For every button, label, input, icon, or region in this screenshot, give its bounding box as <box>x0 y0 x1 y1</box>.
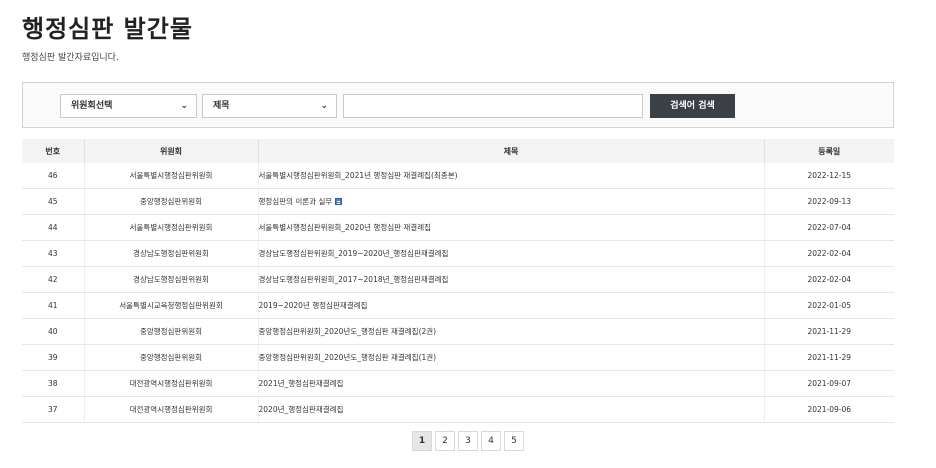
row-title-link[interactable]: 경상남도행정심판위원회_2017~2018년_행정심판재결례집 <box>259 275 448 284</box>
page-subtitle: 행정심판 발간자료입니다. <box>22 53 119 63</box>
page-button-5[interactable]: 5 <box>504 431 524 451</box>
row-date: 2021-09-06 <box>807 405 852 414</box>
page-title: 행정심판 발간물 <box>22 15 193 43</box>
row-committee: 경상남도행정심판위원회 <box>133 275 209 284</box>
search-field-select-value: 제목 <box>213 101 230 111</box>
row-committee: 경상남도행정심판위원회 <box>133 249 209 258</box>
row-committee: 서울특별시행정심판위원회 <box>129 223 213 232</box>
row-title-link[interactable]: 행정심판의 이론과 실무 <box>259 197 332 206</box>
page-button-3[interactable]: 3 <box>458 431 478 451</box>
row-committee: 중앙행정심판위원회 <box>139 327 203 336</box>
row-committee: 서울특별시교육청행정심판위원회 <box>119 301 223 310</box>
row-date: 2021-09-07 <box>807 379 852 388</box>
table-row[interactable]: 44 서울특별시행정심판위원회 서울특별시행정심판위원회_2020년 행정심판 재결… <box>22 214 894 241</box>
search-field-select[interactable]: 제목 ⌄ <box>202 94 337 118</box>
row-committee: 중앙행정심판위원회 <box>139 353 203 362</box>
row-number: 40 <box>47 327 58 336</box>
committee-select-value: 위원회선택 <box>71 101 113 111</box>
row-committee: 서울특별시행정심판위원회 <box>129 171 213 180</box>
row-title-link[interactable]: 경상남도행정심판위원회_2019~2020년_행정심판재결례집 <box>259 249 448 258</box>
row-date: 2022-02-04 <box>807 249 852 258</box>
row-number: 37 <box>47 405 58 414</box>
row-number: 38 <box>47 379 58 388</box>
row-number: 45 <box>47 197 58 206</box>
search-panel: 위원회선택 ⌄ 제목 ⌄ 검색어 검색 <box>22 82 894 128</box>
table-row[interactable]: 37 대전광역시행정심판위원회 2020년_행정심판재결례집 2021-09-06 <box>22 396 894 423</box>
table-header-row: 번호 위원회 제목 등록일 <box>22 139 894 163</box>
table-row[interactable]: 45 중앙행정심판위원회 행정심판의 이론과 실무 2022-09-13 <box>22 188 894 215</box>
table-row[interactable]: 41 서울특별시교육청행정심판위원회 2019~2020년 행정심판재결례집 2022… <box>22 292 894 319</box>
row-date: 2022-02-04 <box>807 275 852 284</box>
row-date: 2021-11-29 <box>807 353 852 362</box>
row-title-link[interactable]: 중앙행정심판위원회_2020년도_행정심판 재결례집(1권) <box>259 353 436 362</box>
committee-select[interactable]: 위원회선택 ⌄ <box>60 94 197 118</box>
page-button-2[interactable]: 2 <box>435 431 455 451</box>
table-row[interactable]: 46 서울특별시행정심판위원회 서울특별시행정심판위원회_2021년 행정심판 재결… <box>22 163 894 189</box>
table-row[interactable]: 38 대전광역시행정심판위원회 2021년_행정심판재결례집 2021-09-07 <box>22 370 894 397</box>
row-date: 2022-12-15 <box>807 171 852 180</box>
row-committee: 중앙행정심판위원회 <box>139 197 203 206</box>
column-header-number: 번호 <box>22 139 84 163</box>
row-date: 2022-09-13 <box>807 197 852 206</box>
row-committee: 대전광역시행정심판위원회 <box>129 405 213 414</box>
page-button-1[interactable]: 1 <box>412 431 432 451</box>
column-header-committee: 위원회 <box>83 139 258 163</box>
row-title-link[interactable]: 중앙행정심판위원회_2020년도_행정심판 재결례집(2권) <box>259 327 436 336</box>
row-number: 44 <box>47 223 58 232</box>
row-date: 2022-01-05 <box>807 301 852 310</box>
chevron-down-icon: ⌄ <box>320 101 328 111</box>
row-title-link[interactable]: 2021년_행정심판재결례집 <box>259 379 343 388</box>
pagination: 12345 <box>0 431 936 451</box>
row-number: 43 <box>47 249 58 258</box>
row-number: 39 <box>47 353 58 362</box>
row-title-link[interactable]: 서울특별시행정심판위원회_2021년 행정심판 재결례집(최종본) <box>259 171 458 180</box>
column-header-date: 등록일 <box>763 139 894 163</box>
row-committee: 대전광역시행정심판위원회 <box>129 379 213 388</box>
row-date: 2021-11-29 <box>807 327 852 336</box>
row-title-link[interactable]: 2019~2020년 행정심판재결례집 <box>259 301 367 310</box>
row-title-link[interactable]: 2020년_행정심판재결례집 <box>259 405 343 414</box>
row-number: 46 <box>47 171 58 180</box>
table-row[interactable]: 43 경상남도행정심판위원회 경상남도행정심판위원회_2019~2020년_행정심판… <box>22 240 894 267</box>
page: 행정심판 발간물 행정심판 발간자료입니다. 위원회선택 ⌄ 제목 ⌄ 검색어 … <box>0 0 936 468</box>
table-row[interactable]: 42 경상남도행정심판위원회 경상남도행정심판위원회_2017~2018년_행정심판… <box>22 266 894 293</box>
search-input[interactable] <box>343 94 643 118</box>
row-number: 41 <box>47 301 58 310</box>
row-date: 2022-07-04 <box>807 223 852 232</box>
row-number: 42 <box>47 275 58 284</box>
chevron-down-icon: ⌄ <box>180 101 188 111</box>
publications-table: 번호 위원회 제목 등록일 46 서울특별시행정심판위원회 서울특별시행정심판위원회… <box>22 139 894 423</box>
search-button[interactable]: 검색어 검색 <box>650 94 735 118</box>
page-button-4[interactable]: 4 <box>481 431 501 451</box>
table-row[interactable]: 40 중앙행정심판위원회 중앙행정심판위원회_2020년도_행정심판 재결례집(2권… <box>22 318 894 345</box>
row-title-link[interactable]: 서울특별시행정심판위원회_2020년 행정심판 재결례집 <box>259 223 431 232</box>
document-icon[interactable] <box>335 198 343 205</box>
table-row[interactable]: 39 중앙행정심판위원회 중앙행정심판위원회_2020년도_행정심판 재결례집(1권… <box>22 344 894 371</box>
column-header-title: 제목 <box>257 139 764 163</box>
